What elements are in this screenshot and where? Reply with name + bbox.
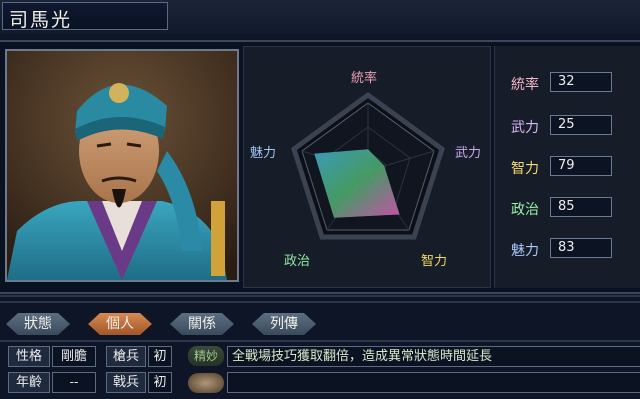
stat-row-buryoku: 武力 25	[495, 115, 640, 137]
stat-row-seiji: 政治 85	[495, 197, 640, 219]
attribute-radar-panel: 統率 武力 智力 政治 魅力	[243, 46, 491, 288]
stat-value: 79	[550, 156, 612, 176]
skill-description: 全戰場技巧獲取翻倍，造成異常狀態時間延長	[227, 346, 640, 367]
stat-label: 魅力	[511, 243, 539, 259]
portrait-illustration	[7, 51, 237, 280]
attribute-stats-panel: 統率 32 武力 25 智力 79 政治 85 魅力 83	[494, 46, 640, 288]
tab-biography[interactable]: 列傳	[252, 313, 316, 335]
divider	[0, 301, 640, 303]
stat-value: 83	[550, 238, 612, 258]
tab-personal[interactable]: 個人	[88, 313, 152, 335]
tab-relations[interactable]: 關係	[170, 313, 234, 335]
personality-label: 性格	[8, 346, 50, 367]
tab-status[interactable]: 狀態	[6, 313, 70, 335]
character-portrait	[5, 49, 239, 282]
halberd-value: 初	[148, 372, 172, 393]
stat-row-chiryoku: 智力 79	[495, 156, 640, 178]
skill-description-empty	[227, 372, 640, 393]
divider	[0, 340, 640, 342]
stat-label: 政治	[511, 202, 539, 218]
stat-label: 武力	[511, 120, 539, 136]
stat-value: 32	[550, 72, 612, 92]
spear-label: 槍兵	[106, 346, 146, 367]
skill-badge[interactable]: 精妙	[188, 346, 224, 366]
character-name: 司馬光	[9, 9, 73, 31]
divider	[0, 295, 640, 297]
age-label: 年齡	[8, 372, 50, 393]
empty-skill-badge[interactable]	[188, 373, 224, 393]
stat-label: 智力	[511, 161, 539, 177]
stat-row-tonsotsu: 統率 32	[495, 72, 640, 94]
stat-value: 25	[550, 115, 612, 135]
radar-label-miryoku: 魅力	[250, 146, 277, 161]
radar-label-seiji: 政治	[284, 254, 311, 269]
title-bar: 司馬光	[0, 0, 640, 34]
character-name-box: 司馬光	[2, 2, 168, 31]
stat-row-miryoku: 魅力 83	[495, 238, 640, 260]
radar-label-tonsotsu: 統率	[351, 71, 378, 86]
radar-label-buryoku: 武力	[455, 146, 482, 161]
halberd-label: 戟兵	[106, 372, 146, 393]
stat-label: 統率	[511, 77, 539, 93]
age-value: --	[52, 372, 96, 393]
stat-value: 85	[550, 197, 612, 217]
personality-value: 剛膽	[52, 346, 96, 367]
spear-value: 初	[148, 346, 172, 367]
radar-label-chiryoku: 智力	[421, 254, 448, 269]
